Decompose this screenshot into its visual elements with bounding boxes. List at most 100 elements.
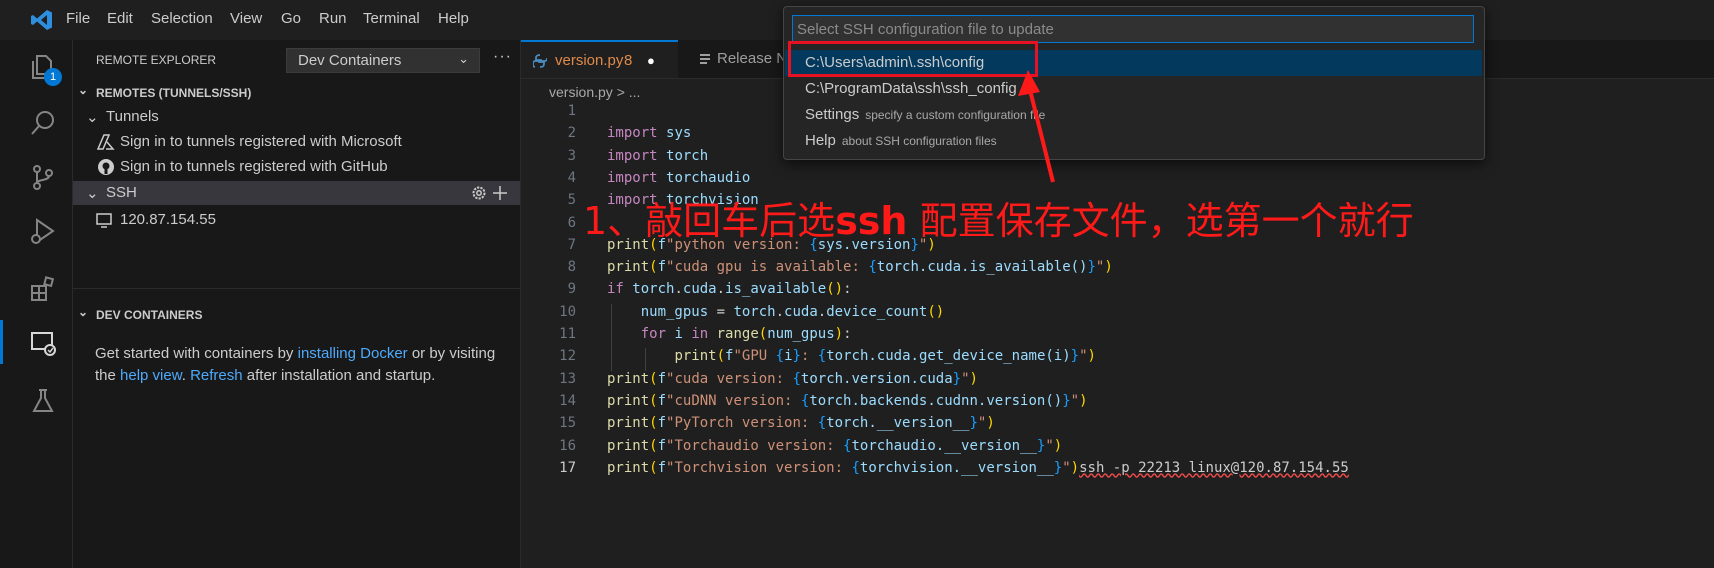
line-text: print(f"cuda version: {torch.version.cud… <box>607 370 978 387</box>
search-icon[interactable] <box>28 108 58 138</box>
item-label: Settings <box>805 106 860 123</box>
monitor-icon <box>96 213 112 228</box>
ssh-label: SSH <box>106 184 137 201</box>
tab-label: Release N <box>717 50 788 67</box>
item-label: Help <box>805 132 836 149</box>
line-number: 5 <box>567 192 576 209</box>
code-line[interactable]: 8 print(f"cuda gpu is available: {torch.c… <box>521 259 1714 281</box>
plus-icon[interactable] <box>491 184 509 202</box>
menu-help[interactable]: Help <box>438 10 469 27</box>
tab-version-py[interactable]: version.py 8 ● <box>521 40 678 78</box>
dev-text: Get started with containers by <box>95 345 298 362</box>
menu-selection[interactable]: Selection <box>151 10 213 27</box>
tree-item-tunnel-github[interactable]: Sign in to tunnels registered with GitHu… <box>73 155 520 179</box>
code-line[interactable]: 4 import torchaudio <box>521 170 1714 192</box>
code-line[interactable]: 14 print(f"cuDNN version: {torch.backends… <box>521 393 1714 415</box>
testing-icon[interactable] <box>28 386 58 416</box>
breadcrumb-path: version.py > ... <box>549 84 641 100</box>
line-text: import torch <box>607 147 709 164</box>
python-file-icon <box>533 54 547 68</box>
section-remotes-label: REMOTES (TUNNELS/SSH) <box>96 86 252 100</box>
annotation-bold: ssh <box>835 199 908 243</box>
help-view-link[interactable]: help view <box>120 367 182 384</box>
tunnels-label: Tunnels <box>106 108 159 125</box>
line-number: 8 <box>567 259 576 276</box>
quick-pick-item[interactable]: C:\ProgramData\ssh\ssh_config <box>785 76 1482 102</box>
active-indicator <box>0 320 3 364</box>
menu-file[interactable]: File <box>66 10 90 27</box>
item-description: about SSH configuration files <box>841 134 997 148</box>
remote-type-select[interactable]: Dev Containers ⌄ <box>286 48 480 73</box>
activity-bar: 1 <box>0 40 73 568</box>
tree-item-ssh[interactable]: ⌄ SSH <box>73 181 520 205</box>
ssh-config-file-input[interactable]: Select SSH configuration file to update <box>792 15 1474 43</box>
tree-item-tunnel-microsoft[interactable]: Sign in to tunnels registered with Micro… <box>73 130 520 154</box>
quick-pick-item[interactable]: Help about SSH configuration files <box>785 128 1482 154</box>
line-number: 13 <box>559 370 576 387</box>
section-dev-containers-header[interactable]: ⌄ DEV CONTAINERS <box>73 305 520 327</box>
line-number: 11 <box>559 326 576 342</box>
line-text: import torchaudio <box>607 169 751 186</box>
line-number: 3 <box>567 147 576 164</box>
remote-explorer-sidebar: REMOTE EXPLORER Dev Containers ⌄ ··· ⌄ R… <box>73 40 521 568</box>
line-text: if torch.cuda.is_available(): <box>607 281 852 298</box>
menu-run[interactable]: Run <box>319 10 347 27</box>
code-line[interactable]: 15 print(f"PyTorch version: {torch.__vers… <box>521 415 1714 437</box>
line-number: 9 <box>567 281 576 298</box>
installing-docker-link[interactable]: installing Docker <box>298 345 408 362</box>
section-divider <box>73 288 520 289</box>
annotation-prefix: 1、敲回车后选 <box>583 199 836 243</box>
tree-item-tunnels[interactable]: ⌄ Tunnels <box>73 105 520 129</box>
quick-pick: Select SSH configuration file to update … <box>783 6 1485 160</box>
chevron-down-icon: ⌄ <box>78 305 89 319</box>
refresh-link[interactable]: Refresh <box>190 367 243 384</box>
line-number: 14 <box>559 392 576 409</box>
menu-terminal[interactable]: Terminal <box>363 10 420 27</box>
source-control-icon[interactable] <box>28 162 58 192</box>
code-line[interactable]: 17 print(f"Torchvision version: {torchvis… <box>521 460 1714 482</box>
menu-view[interactable]: View <box>230 10 262 27</box>
dev-text: after installation and startup. <box>242 367 436 384</box>
indent-guide <box>645 348 646 371</box>
remote-type-value: Dev Containers <box>298 52 402 69</box>
run-debug-icon[interactable] <box>28 216 58 246</box>
annotation-text: 1、敲回车后选ssh 配置保存文件，选第一个就行 <box>583 190 1414 245</box>
more-actions-icon[interactable]: ··· <box>493 48 512 66</box>
dirty-dot-icon[interactable]: ● <box>647 53 655 68</box>
input-placeholder: Select SSH configuration file to update <box>797 21 1054 38</box>
section-remotes-header[interactable]: ⌄ REMOTES (TUNNELS/SSH) <box>73 83 520 105</box>
github-icon <box>98 159 114 175</box>
line-text: print(f"PyTorch version: {torch.__versio… <box>607 415 995 432</box>
tree-item-ssh-host[interactable]: 120.87.154.55 <box>73 208 520 232</box>
line-number: 10 <box>559 303 576 320</box>
extensions-icon[interactable] <box>28 274 58 304</box>
chevron-down-icon: ⌄ <box>86 185 99 202</box>
code-line[interactable]: 12 print(f"GPU {i}: {torch.cuda.get_devi… <box>521 348 1714 370</box>
breadcrumb[interactable]: version.py > ... <box>549 84 640 100</box>
explorer-badge: 1 <box>44 68 62 86</box>
remote-explorer-icon[interactable] <box>28 328 58 358</box>
code-line[interactable]: 13 print(f"cuda version: {torch.version.c… <box>521 371 1714 393</box>
preview-icon <box>700 54 710 64</box>
tab-problems-count: 8 <box>624 52 633 69</box>
sidebar-title: REMOTE EXPLORER <box>96 53 217 67</box>
line-text: print(f"Torchvision version: {torchvisio… <box>607 459 1349 476</box>
tunnel-github-label: Sign in to tunnels registered with GitHu… <box>120 158 388 175</box>
code-line[interactable]: 11 for i in range(num_gpus): <box>521 326 1714 348</box>
gear-icon[interactable] <box>470 184 488 202</box>
line-text: for i in range(num_gpus): <box>640 326 852 342</box>
quick-pick-item[interactable]: Settings specify a custom configuration f… <box>785 102 1482 128</box>
tab-release-notes[interactable]: Release N <box>679 40 789 78</box>
menu-edit[interactable]: Edit <box>107 10 133 27</box>
item-label: C:\ProgramData\ssh\ssh_config <box>805 80 1017 97</box>
line-text: print(f"cuda gpu is available: {torch.cu… <box>607 259 1113 276</box>
code-line[interactable]: 16 print(f"Torchaudio version: {torchaudi… <box>521 438 1714 460</box>
dev-text: . <box>181 367 191 384</box>
code-line[interactable]: 10 num_gpus = torch.cuda.device_count() <box>521 304 1714 326</box>
line-text: print(f"GPU {i}: {torch.cuda.get_device_… <box>674 348 1096 365</box>
ssh-host-label: 120.87.154.55 <box>120 211 216 228</box>
menu-go[interactable]: Go <box>281 10 301 27</box>
chevron-down-icon: ⌄ <box>458 51 469 66</box>
section-dev-containers-label: DEV CONTAINERS <box>96 308 203 322</box>
code-line[interactable]: 9 if torch.cuda.is_available(): <box>521 281 1714 303</box>
